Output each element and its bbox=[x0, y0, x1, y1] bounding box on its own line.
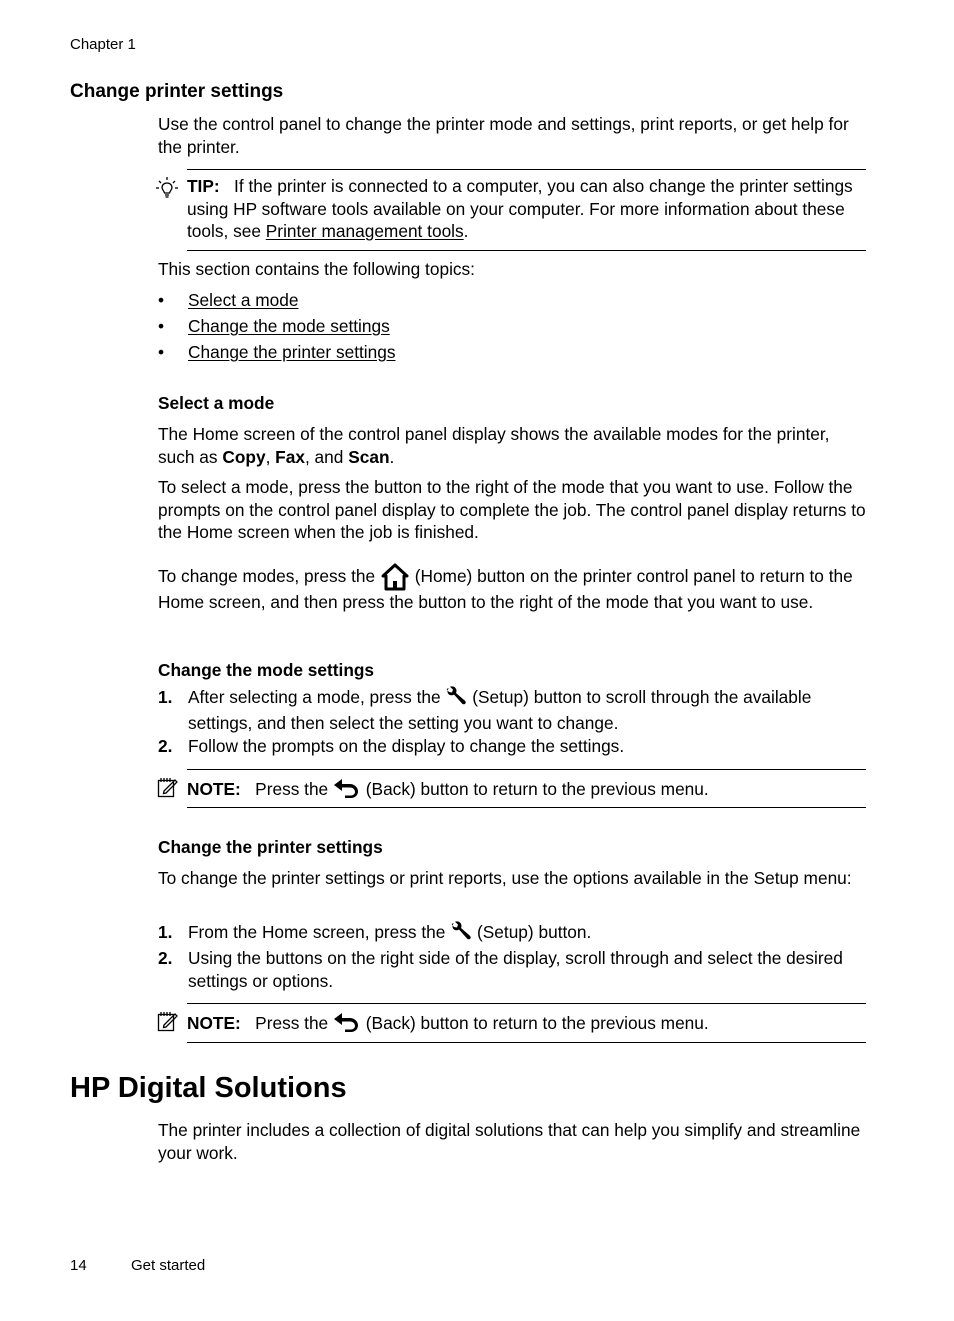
section-intro: Use the control panel to change the prin… bbox=[158, 114, 849, 157]
bullet: • bbox=[158, 342, 165, 362]
select-mode-p3: To change modes, press the (Home) button… bbox=[158, 563, 870, 614]
tip-box: TIP: If the printer is connected to a co… bbox=[187, 175, 867, 243]
bullet: • bbox=[158, 316, 165, 336]
step-text: After selecting a mode, press the bbox=[188, 687, 446, 707]
wrench-icon bbox=[450, 921, 472, 947]
note-text: Press the bbox=[255, 779, 333, 799]
mode-fax: Fax bbox=[275, 446, 305, 467]
select-mode-heading: Select a mode bbox=[158, 393, 275, 413]
section-title: Change printer settings bbox=[70, 81, 284, 102]
note-label: NOTE: bbox=[187, 779, 241, 799]
note-box: NOTE: Press the (Back) button to return … bbox=[187, 1012, 867, 1038]
tip-bottom-rule bbox=[187, 250, 866, 251]
select-mode-p2: To select a mode, press the button to th… bbox=[158, 477, 866, 543]
note-icon bbox=[157, 777, 179, 804]
step-item: 2. Using the buttons on the right side o… bbox=[158, 947, 870, 992]
topics-intro: This section contains the following topi… bbox=[158, 259, 475, 279]
back-arrow-icon bbox=[333, 1012, 361, 1038]
note-box: NOTE: Press the (Back) button to return … bbox=[187, 778, 867, 804]
topic-link-change-mode-settings[interactable]: Change the mode settings bbox=[188, 315, 390, 337]
printer-settings-heading: Change the printer settings bbox=[158, 837, 383, 857]
step-text: From the Home screen, press the bbox=[188, 922, 451, 942]
sep: , and bbox=[304, 446, 349, 467]
step-item: 1. After selecting a mode, press the (Se… bbox=[158, 686, 870, 734]
tip-text-end: . bbox=[463, 221, 469, 242]
printer-settings-intro: To change the printer settings or print … bbox=[158, 868, 852, 888]
sep: . bbox=[389, 446, 395, 467]
mode-settings-heading: Change the mode settings bbox=[158, 660, 375, 680]
step-text: Using the buttons on the right side of t… bbox=[188, 948, 843, 991]
select-mode-p1: The Home screen of the control panel dis… bbox=[158, 423, 870, 468]
note-top-rule bbox=[187, 769, 866, 770]
topic-link-change-printer-settings[interactable]: Change the printer settings bbox=[188, 341, 396, 363]
step-number: 2. bbox=[158, 736, 173, 756]
digital-solutions-text: The printer includes a collection of dig… bbox=[158, 1120, 861, 1163]
printer-management-tools-link[interactable]: Printer management tools bbox=[266, 221, 464, 241]
back-arrow-icon bbox=[333, 778, 361, 804]
step-number: 1. bbox=[158, 922, 173, 942]
wrench-icon bbox=[445, 686, 467, 712]
page-number: 14 bbox=[70, 1257, 87, 1274]
note-label: NOTE: bbox=[187, 1013, 241, 1033]
home-icon bbox=[380, 563, 410, 591]
step-number: 2. bbox=[158, 948, 173, 968]
p3-text: To change modes, press the bbox=[158, 566, 380, 586]
mode-copy: Copy bbox=[222, 446, 266, 467]
step-text: (Setup) button. bbox=[472, 922, 592, 942]
tip-label: TIP: bbox=[187, 176, 220, 196]
digital-solutions-title: HP Digital Solutions bbox=[70, 1072, 347, 1104]
step-item: 2. Follow the prompts on the display to … bbox=[158, 735, 870, 758]
note-text: (Back) button to return to the previous … bbox=[360, 1013, 709, 1033]
note-text: (Back) button to return to the previous … bbox=[360, 779, 709, 799]
note-icon bbox=[157, 1011, 179, 1038]
footer-section: Get started bbox=[131, 1257, 206, 1274]
topic-link-select-mode[interactable]: Select a mode bbox=[188, 289, 298, 311]
step-text: Follow the prompts on the display to cha… bbox=[188, 736, 625, 756]
step-item: 1. From the Home screen, press the (Setu… bbox=[158, 921, 870, 947]
chapter-label: Chapter 1 bbox=[70, 36, 136, 53]
sep: , bbox=[265, 446, 276, 467]
bullet: • bbox=[158, 290, 165, 310]
note-text: Press the bbox=[255, 1013, 333, 1033]
step-number: 1. bbox=[158, 687, 173, 707]
note-top-rule bbox=[187, 1003, 866, 1004]
mode-scan: Scan bbox=[348, 446, 390, 467]
note-bottom-rule bbox=[187, 1042, 866, 1043]
note-bottom-rule bbox=[187, 807, 866, 808]
tip-top-rule bbox=[187, 169, 866, 170]
lightbulb-icon bbox=[156, 176, 178, 205]
